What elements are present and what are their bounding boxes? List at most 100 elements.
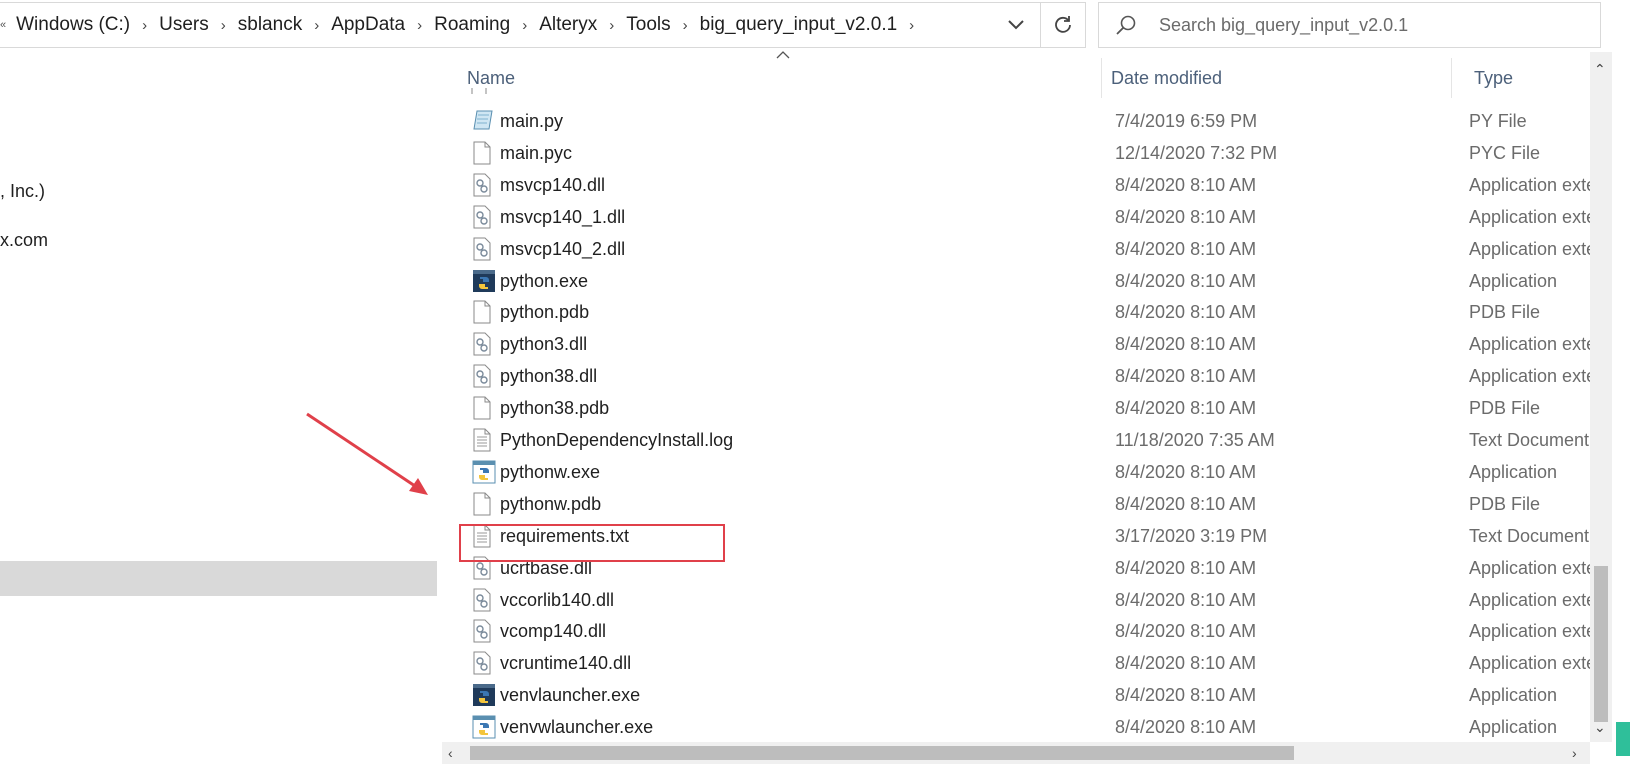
blank-file-icon <box>471 88 487 94</box>
file-date-modified: 8/4/2020 8:10 AM <box>1115 238 1257 259</box>
file-name[interactable]: main.pyc <box>500 137 572 169</box>
file-type: Application exte <box>1469 589 1590 610</box>
file-name[interactable]: python3.dll <box>500 328 587 360</box>
breadcrumb-overflow-icon[interactable]: « <box>0 19 6 31</box>
file-row[interactable]: msvcp140.dll 8/4/2020 8:10 AM Application … <box>446 169 1590 201</box>
breadcrumb-item[interactable]: Windows (C:) <box>10 14 136 36</box>
file-row[interactable]: python38.pdb 8/4/2020 8:10 AM PDB File <box>446 392 1590 424</box>
search-box[interactable] <box>1098 2 1601 48</box>
file-name[interactable]: msvcp140_2.dll <box>500 233 625 265</box>
blank-file-icon <box>472 141 492 170</box>
file-date-modified: 8/4/2020 8:10 AM <box>1115 270 1257 291</box>
breadcrumb-item[interactable]: sblanck <box>232 14 308 36</box>
file-name[interactable]: python38.pdb <box>500 392 609 424</box>
scroll-up-icon[interactable]: ⌃ <box>1594 62 1606 76</box>
file-name[interactable]: main.py <box>500 105 563 137</box>
chevron-right-icon[interactable]: › <box>516 17 533 34</box>
file-row-partial[interactable] <box>470 88 1590 98</box>
file-type: Application exte <box>1469 653 1590 674</box>
scroll-left-icon[interactable]: ‹ <box>448 746 453 760</box>
file-row[interactable]: vcruntime140.dll 8/4/2020 8:10 AM Applicat… <box>446 647 1590 679</box>
breadcrumb-item[interactable]: AppData <box>325 14 411 36</box>
nav-item-fragment[interactable]: , Inc.) <box>0 181 45 202</box>
chevron-right-icon[interactable]: › <box>308 17 325 34</box>
file-date-modified: 11/18/2020 7:35 AM <box>1115 430 1275 450</box>
file-row[interactable]: vcomp140.dll 8/4/2020 8:10 AM Application … <box>446 615 1590 647</box>
breadcrumb-item[interactable]: Alteryx <box>533 14 603 36</box>
chevron-right-icon[interactable]: › <box>677 17 694 34</box>
nav-item-selected[interactable] <box>0 561 437 596</box>
file-type: Text Document <box>1469 430 1590 450</box>
file-name[interactable]: venvlauncher.exe <box>500 679 640 711</box>
address-bar[interactable]: « Windows (C:) › Users › sblanck › AppDa… <box>0 2 1086 48</box>
file-name[interactable]: msvcp140_1.dll <box>500 201 625 233</box>
dll-gear-icon <box>472 173 492 202</box>
file-name[interactable]: msvcp140.dll <box>500 169 605 201</box>
python-console-icon <box>472 683 496 712</box>
chevron-right-icon[interactable]: › <box>603 17 620 34</box>
file-row[interactable]: msvcp140_2.dll 8/4/2020 8:10 AM Applicatio… <box>446 233 1590 265</box>
dll-gear-icon <box>472 205 492 234</box>
breadcrumb-item[interactable]: Tools <box>620 14 676 36</box>
search-icon <box>1116 15 1136 35</box>
python-console-icon <box>472 269 496 298</box>
python-window-icon <box>472 460 496 489</box>
scroll-down-icon[interactable]: ⌄ <box>1594 720 1606 734</box>
file-date-modified: 8/4/2020 8:10 AM <box>1115 589 1257 610</box>
file-name[interactable]: venvwlauncher.exe <box>500 711 653 743</box>
address-history-dropdown-button[interactable] <box>994 3 1038 47</box>
breadcrumb-item[interactable]: Roaming <box>428 14 516 36</box>
file-name[interactable]: python.pdb <box>500 296 589 328</box>
scroll-right-icon[interactable]: › <box>1572 746 1577 760</box>
sort-ascending-icon <box>776 51 790 59</box>
chevron-right-icon[interactable]: › <box>215 17 232 34</box>
file-type: Application <box>1469 685 1558 706</box>
file-name[interactable]: pythonw.pdb <box>500 488 601 520</box>
file-row[interactable]: vccorlib140.dll 8/4/2020 8:10 AM Applicati… <box>446 584 1590 616</box>
refresh-button[interactable] <box>1040 3 1085 47</box>
file-row[interactable]: venvlauncher.exe 8/4/2020 8:10 AM Applicat… <box>446 679 1590 711</box>
horizontal-scrollbar-thumb[interactable] <box>470 746 1294 760</box>
file-date-modified: 8/4/2020 8:10 AM <box>1115 302 1257 323</box>
file-type: Application exte <box>1469 334 1590 355</box>
dll-gear-icon <box>472 619 492 648</box>
file-row[interactable]: pythonw.pdb 8/4/2020 8:10 AM PDB File <box>446 488 1590 520</box>
chevron-right-icon[interactable]: › <box>411 17 428 34</box>
file-name[interactable]: vcomp140.dll <box>500 615 606 647</box>
vertical-scrollbar-thumb[interactable] <box>1594 566 1608 722</box>
file-date-modified: 12/14/2020 7:32 PM <box>1115 142 1278 163</box>
search-input[interactable] <box>1159 3 1589 47</box>
file-row[interactable]: python.pdb 8/4/2020 8:10 AM PDB File <box>446 296 1590 328</box>
window-edge-accent <box>1616 722 1630 756</box>
chevron-right-icon[interactable]: › <box>903 17 920 34</box>
file-name[interactable]: pythonw.exe <box>500 456 600 488</box>
file-row[interactable]: python.exe 8/4/2020 8:10 AM Application <box>446 265 1590 297</box>
file-row[interactable]: main.py 7/4/2019 6:59 PM PY File <box>446 105 1590 137</box>
file-date-modified: 8/4/2020 8:10 AM <box>1115 206 1257 227</box>
file-type: Application <box>1469 461 1558 482</box>
file-row[interactable]: venvwlauncher.exe 8/4/2020 8:10 AM Applica… <box>446 711 1590 743</box>
breadcrumb-item-current[interactable]: big_query_input_v2.0.1 <box>694 14 904 36</box>
file-name[interactable]: vcruntime140.dll <box>500 647 631 679</box>
blank-file-icon <box>472 492 492 521</box>
file-type: Application exte <box>1469 238 1590 259</box>
file-name[interactable]: vccorlib140.dll <box>500 584 614 616</box>
dll-gear-icon <box>472 588 492 617</box>
file-row[interactable]: PythonDependencyInstall.log 11/18/2020 7:… <box>446 424 1590 456</box>
breadcrumb: « Windows (C:) › Users › sblanck › AppDa… <box>0 3 920 47</box>
file-date-modified: 8/4/2020 8:10 AM <box>1115 366 1257 387</box>
file-row[interactable]: python38.dll 8/4/2020 8:10 AM Application … <box>446 360 1590 392</box>
file-row[interactable]: msvcp140_1.dll 8/4/2020 8:10 AM Applicatio… <box>446 201 1590 233</box>
file-row[interactable]: pythonw.exe 8/4/2020 8:10 AM Application <box>446 456 1590 488</box>
chevron-right-icon[interactable]: › <box>136 17 153 34</box>
nav-item-fragment[interactable]: x.com <box>0 230 48 251</box>
file-name[interactable]: python38.dll <box>500 360 597 392</box>
file-row[interactable]: main.pyc 12/14/2020 7:32 PM PYC File <box>446 137 1590 169</box>
breadcrumb-item[interactable]: Users <box>153 14 215 36</box>
file-name[interactable]: PythonDependencyInstall.log <box>500 424 733 456</box>
file-name[interactable]: python.exe <box>500 265 588 297</box>
file-date-modified: 7/4/2019 6:59 PM <box>1115 111 1258 131</box>
file-date-modified: 8/4/2020 8:10 AM <box>1115 717 1257 738</box>
file-type: Application exte <box>1469 557 1590 578</box>
file-row[interactable]: python3.dll 8/4/2020 8:10 AM Application e… <box>446 328 1590 360</box>
